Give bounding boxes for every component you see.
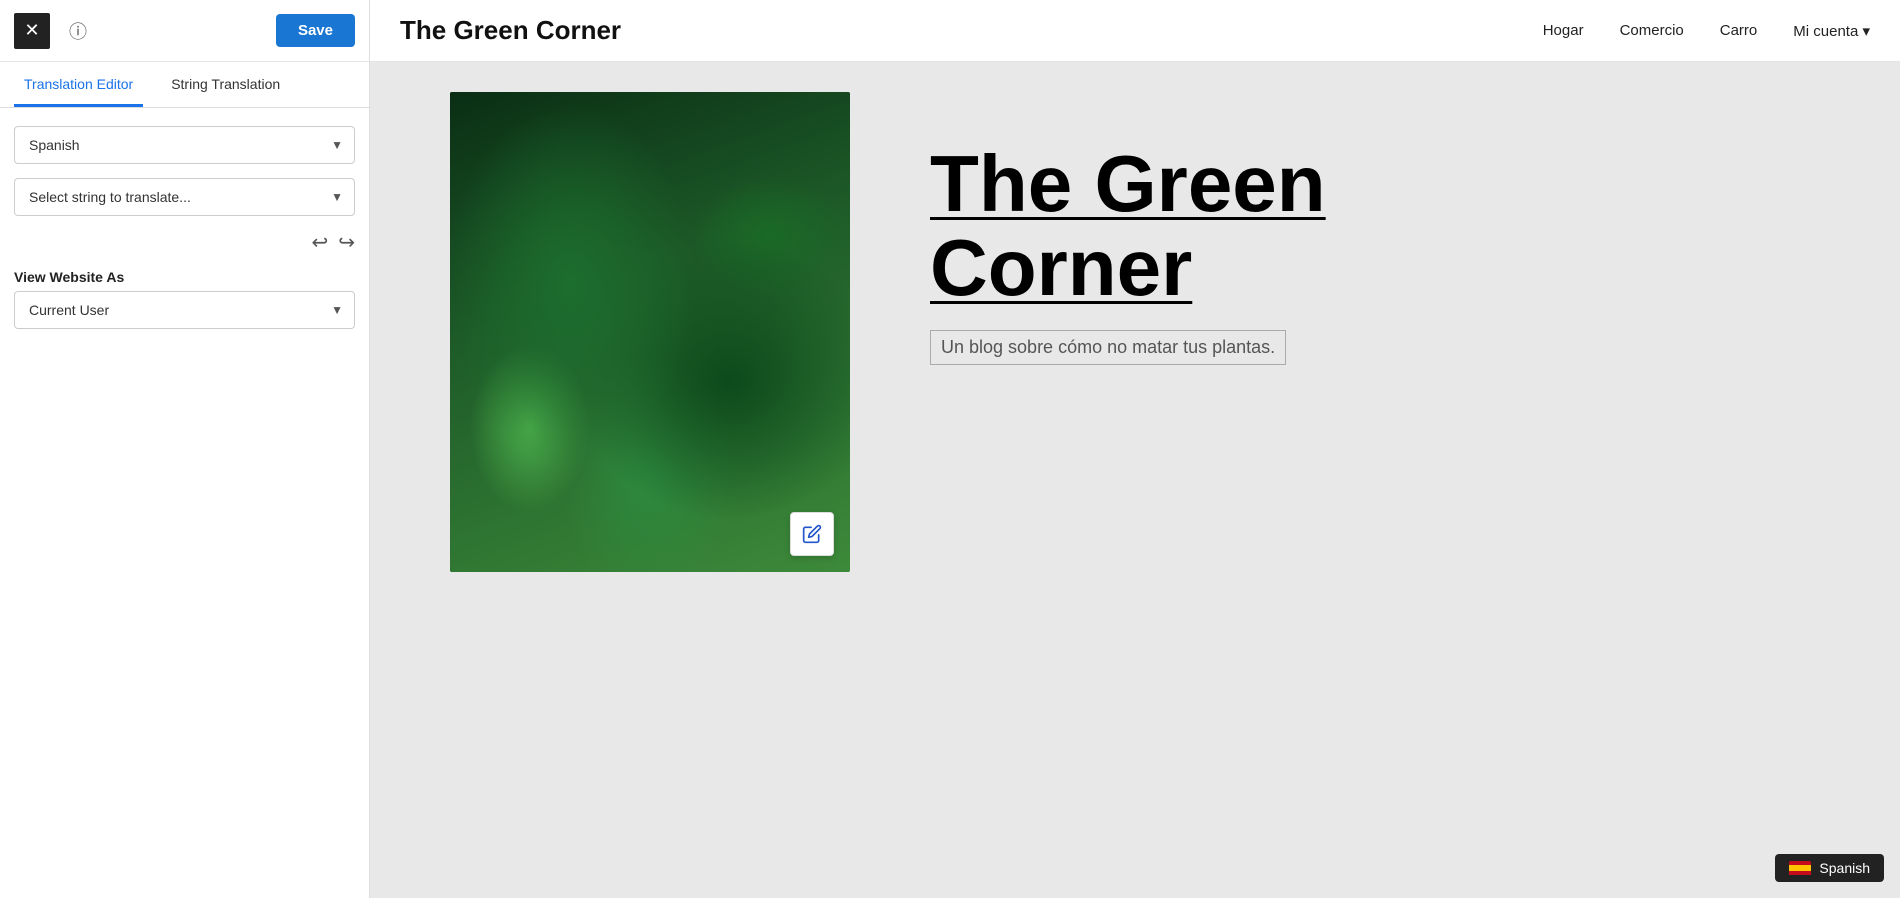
nav-links: Hogar Comercio Carro Mi cuenta ▾: [1543, 22, 1870, 40]
save-button[interactable]: Save: [276, 14, 355, 47]
sidebar: ✕ ⓘ Save Translation Editor String Trans…: [0, 0, 370, 898]
sidebar-body: SpanishFrenchGermanItalianPortuguese ▼ S…: [0, 108, 369, 347]
string-select-wrapper: Select string to translate... ▼: [14, 178, 355, 216]
sidebar-header: ✕ ⓘ Save: [0, 0, 369, 62]
language-select-wrapper: SpanishFrenchGermanItalianPortuguese ▼: [14, 126, 355, 164]
hero-text-area: The Green Corner Un blog sobre cómo no m…: [850, 82, 1900, 365]
nav-link-carro[interactable]: Carro: [1720, 22, 1758, 39]
hero-subtitle: Un blog sobre cómo no matar tus plantas.: [930, 330, 1286, 365]
content-area: The Green Corner Un blog sobre cómo no m…: [370, 62, 1900, 898]
spanish-flag-icon: [1789, 861, 1811, 876]
view-website-as-section: View Website As Current UserAdminGuest ▼: [14, 269, 355, 329]
top-nav: The Green Corner Hogar Comercio Carro Mi…: [370, 0, 1900, 62]
info-icon: ⓘ: [69, 18, 87, 44]
language-select[interactable]: SpanishFrenchGermanItalianPortuguese: [14, 126, 355, 164]
hero-heading-line1: The Green: [930, 139, 1326, 228]
undo-button[interactable]: ↩: [311, 230, 328, 255]
close-button[interactable]: ✕: [14, 13, 50, 49]
tabs: Translation Editor String Translation: [0, 62, 369, 108]
main-area: The Green Corner Hogar Comercio Carro Mi…: [370, 0, 1900, 898]
leaf-background: [450, 92, 850, 572]
language-badge-label: Spanish: [1819, 860, 1870, 876]
nav-link-mi-cuenta[interactable]: Mi cuenta ▾: [1793, 22, 1870, 40]
string-select[interactable]: Select string to translate...: [14, 178, 355, 216]
edit-image-button[interactable]: [790, 512, 834, 556]
user-select[interactable]: Current UserAdminGuest: [14, 291, 355, 329]
user-select-wrapper: Current UserAdminGuest ▼: [14, 291, 355, 329]
nav-link-hogar[interactable]: Hogar: [1543, 22, 1584, 39]
page-content: The Green Corner Un blog sobre cómo no m…: [370, 62, 1900, 898]
tab-string-translation[interactable]: String Translation: [161, 62, 290, 107]
hero-image: [450, 92, 850, 572]
history-buttons: ↩ ↪: [14, 230, 355, 255]
language-badge[interactable]: Spanish: [1775, 854, 1884, 882]
redo-button[interactable]: ↪: [338, 230, 355, 255]
hero-heading-line2: Corner: [930, 223, 1192, 312]
site-title: The Green Corner: [400, 15, 621, 46]
pencil-icon: [802, 524, 822, 544]
nav-link-comercio[interactable]: Comercio: [1620, 22, 1684, 39]
close-icon: ✕: [24, 20, 39, 41]
view-website-as-label: View Website As: [14, 269, 355, 285]
tab-translation-editor[interactable]: Translation Editor: [14, 62, 143, 107]
info-button[interactable]: ⓘ: [60, 13, 96, 49]
hero-heading: The Green Corner: [930, 142, 1840, 310]
